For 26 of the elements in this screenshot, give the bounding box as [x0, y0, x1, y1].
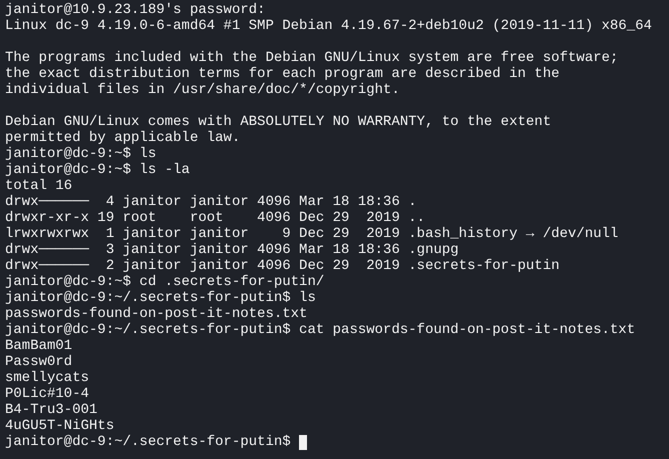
output-line: Debian GNU/Linux comes with ABSOLUTELY NO WARRANTY, to the extent	[5, 114, 552, 130]
output-line: 4uGU5T-NiGHts	[5, 418, 114, 434]
output-line: passwords-found-on-post-it-notes.txt	[5, 306, 308, 322]
output-line: permitted by applicable law.	[5, 130, 240, 146]
output-line: janitor@10.9.23.189's password:	[5, 2, 266, 18]
output-line: individual files in /usr/share/doc/*/copyright.	[5, 82, 400, 98]
output-line: drwx────── 3 janitor janitor 4096 Mar 18 18:36 .gnupg	[5, 242, 459, 258]
command-line: janitor@dc-9:~/.secrets-for-putin$ cat passwords-found-on-post-it-notes.txt	[5, 322, 636, 338]
output-line: Linux dc-9 4.19.0-6-amd64 #1 SMP Debian 4.19.67-2+deb10u2 (2019-11-11) x86_64	[5, 18, 652, 34]
command-line: janitor@dc-9:~/.secrets-for-putin$ ls	[5, 290, 316, 306]
output-line: total 16	[5, 178, 72, 194]
command-line: janitor@dc-9:~$ cd .secrets-for-putin/	[5, 274, 324, 290]
prompt-line: janitor@dc-9:~/.secrets-for-putin$	[5, 434, 292, 450]
output-line: drwx────── 4 janitor janitor 4096 Mar 18 18:36 .	[5, 194, 417, 210]
output-line: B4-Tru3-001	[5, 402, 98, 418]
command-line: janitor@dc-9:~$ ls	[5, 146, 156, 162]
output-line: the exact distribution terms for each program are described in the	[5, 66, 560, 82]
output-line: BamBam01	[5, 338, 72, 354]
output-line: Passw0rd	[5, 354, 72, 370]
output-line: drwx────── 2 janitor janitor 4096 Dec 29 2019 .secrets-for-putin	[5, 258, 560, 274]
output-line: lrwxrwxrwx 1 janitor janitor 9 Dec 29 2019 .bash_history → /dev/null	[5, 226, 618, 242]
output-line: smellycats	[5, 370, 90, 386]
output-line: drwxr-xr-x 19 root root 4096 Dec 29 2019 ..	[5, 210, 426, 226]
output-line: P0Lic#10-4	[5, 386, 90, 402]
output-line: The programs included with the Debian GNU/Linux system are free software;	[5, 50, 618, 66]
command-line: janitor@dc-9:~$ ls -la	[5, 162, 190, 178]
